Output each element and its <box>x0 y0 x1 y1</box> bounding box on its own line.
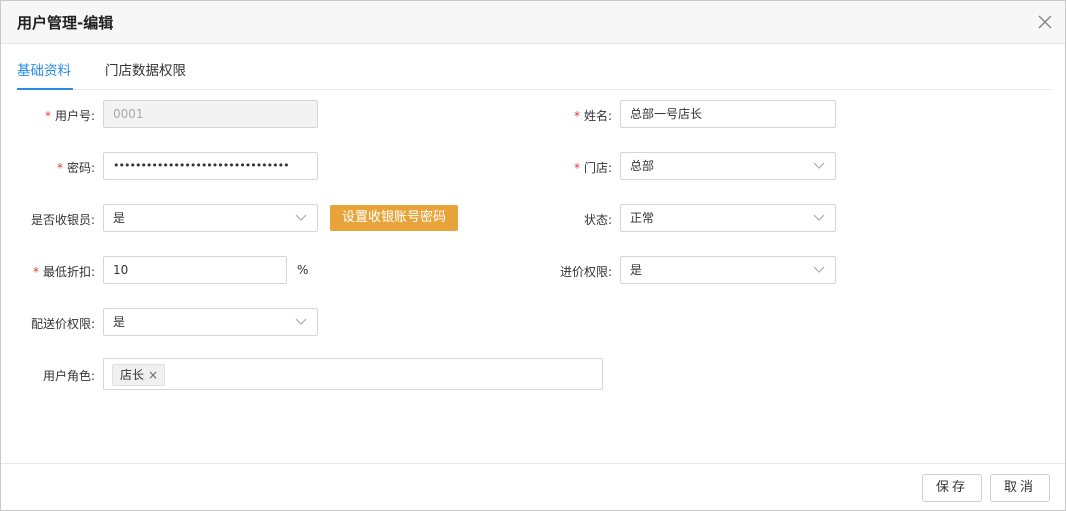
chevron-down-icon <box>813 162 825 169</box>
required-mark: * <box>32 265 39 279</box>
tab-store-data-permission[interactable]: 门店数据权限 <box>105 59 186 79</box>
close-icon[interactable] <box>1037 14 1053 30</box>
chevron-down-icon <box>813 214 825 221</box>
user-role-multiselect[interactable]: 店长 × <box>103 358 603 390</box>
store-label: * 门店: <box>573 161 612 175</box>
user-no-input[interactable]: 0001 <box>103 100 318 128</box>
set-cashier-password-button[interactable]: 设置收银账号密码 <box>330 205 458 231</box>
required-mark: * <box>44 109 51 123</box>
chevron-down-icon <box>295 214 307 221</box>
cancel-button[interactable]: 取消 <box>990 474 1050 502</box>
percent-unit: % <box>297 263 309 277</box>
purchase-price-permission-value: 是 <box>630 263 643 277</box>
is-cashier-select[interactable]: 是 <box>103 204 318 232</box>
required-mark: * <box>573 109 580 123</box>
password-label: * 密码: <box>56 161 95 175</box>
dialog-title: 用户管理-编辑 <box>17 14 114 32</box>
password-input[interactable]: •••••••••••••••••••••••••••••••• <box>103 152 318 180</box>
tab-basic-info[interactable]: 基础资料 <box>17 59 71 79</box>
chevron-down-icon <box>813 266 825 273</box>
active-tab-indicator <box>17 88 73 90</box>
user-role-label: 用户角色: <box>42 369 95 383</box>
edit-user-dialog: 用户管理-编辑 基础资料 门店数据权限 * 用户号: 0001 * 姓名: 总部一号… <box>0 0 1066 511</box>
dialog-header: 用户管理-编辑 <box>1 1 1065 44</box>
min-discount-input[interactable]: 10 <box>103 256 287 284</box>
name-input[interactable]: 总部一号店长 <box>620 100 836 128</box>
delivery-price-permission-label: 配送价权限: <box>30 317 95 331</box>
status-select-value: 正常 <box>630 211 655 225</box>
role-tag: 店长 × <box>112 364 166 386</box>
remove-tag-icon[interactable]: × <box>148 365 158 385</box>
role-tag-label: 店长 <box>120 368 145 382</box>
is-cashier-select-value: 是 <box>113 211 126 225</box>
store-select[interactable]: 总部 <box>620 152 836 180</box>
min-discount-label: * 最低折扣: <box>32 265 95 279</box>
purchase-price-permission-label: 进价权限: <box>559 265 612 279</box>
tab-bar: 基础资料 门店数据权限 <box>17 44 1051 90</box>
store-select-value: 总部 <box>630 159 655 173</box>
save-button[interactable]: 保存 <box>922 474 982 502</box>
required-mark: * <box>573 161 580 175</box>
is-cashier-label: 是否收银员: <box>30 213 95 227</box>
delivery-price-permission-value: 是 <box>113 315 126 329</box>
user-no-label: * 用户号: <box>44 109 95 123</box>
footer-divider <box>1 463 1065 464</box>
name-label: * 姓名: <box>573 109 612 123</box>
status-select[interactable]: 正常 <box>620 204 836 232</box>
purchase-price-permission-select[interactable]: 是 <box>620 256 836 284</box>
delivery-price-permission-select[interactable]: 是 <box>103 308 318 336</box>
status-label: 状态: <box>583 213 612 227</box>
required-mark: * <box>56 161 63 175</box>
chevron-down-icon <box>295 318 307 325</box>
